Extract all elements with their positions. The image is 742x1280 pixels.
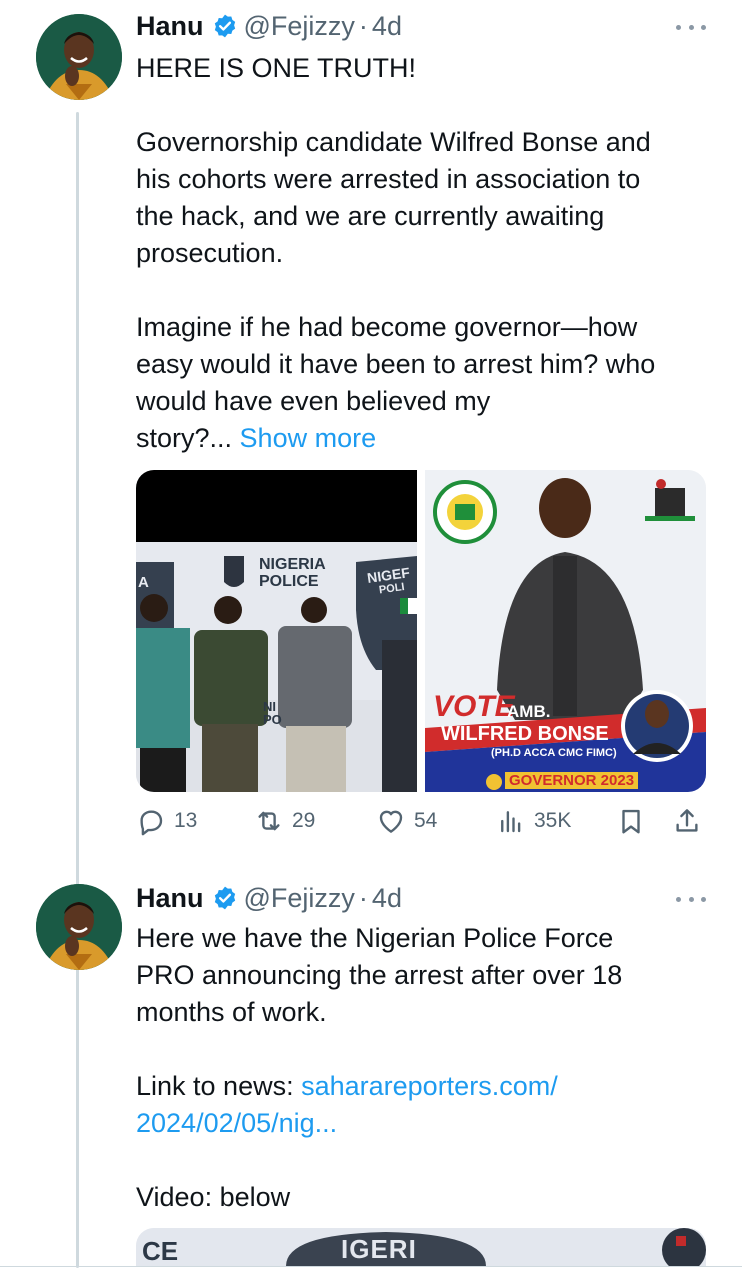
text-line: Governorship candidate Wilfred Bonse and [136, 127, 651, 157]
text-line: Imagine if he had become governor—how [136, 312, 638, 342]
separator-dot: · [358, 11, 368, 41]
tweet-header: Hanu @Fejizzy · 4d [136, 10, 402, 42]
sign-line: POLICE [259, 573, 319, 590]
link-line: Link to news: saharareporters.com/ [136, 1068, 706, 1105]
thread-connector [76, 112, 79, 1268]
text-line: PRO announcing the arrest after over 18 [136, 960, 623, 990]
video-preview[interactable]: CE IGERI [136, 1228, 706, 1266]
separator-dot: · [358, 883, 368, 913]
vote-text: VOTE [433, 690, 515, 723]
tweet-media[interactable]: NIGERIA POLICE NIGEF POLI A NI PO VOTE A… [136, 470, 706, 792]
verified-badge-icon [214, 886, 235, 910]
text-line: HERE IS ONE TRUTH! [136, 53, 417, 83]
text-line [136, 1142, 706, 1179]
view-count: 35K [534, 809, 572, 832]
tweet-header: Hanu @Fejizzy · 4d [136, 882, 402, 914]
reply-icon [140, 810, 163, 836]
views-button[interactable]: 35K [496, 806, 571, 836]
text-line: his cohorts were arrested in association… [136, 164, 641, 194]
candidate-name: WILFRED BONSE [441, 723, 609, 745]
link-line: 2024/02/05/nig... [136, 1105, 706, 1142]
retweet-button[interactable]: 29 [254, 806, 315, 836]
tweet-text: Here we have the Nigerian Police Force P… [136, 920, 706, 1216]
avatar[interactable] [36, 884, 122, 970]
tweet-timestamp[interactable]: 4d [372, 882, 402, 914]
text-line: easy would it have been to arrest him? w… [136, 349, 656, 379]
lower-sign: NI PO [263, 700, 282, 726]
views-chart-icon [501, 811, 521, 833]
credentials-text: (PH.D ACCA CMC FIMC) [491, 747, 617, 759]
tweet-timestamp[interactable]: 4d [372, 10, 402, 42]
text-line: Here we have the Nigerian Police Force [136, 923, 614, 953]
verified-badge-icon [214, 14, 235, 38]
side-sign: NIGEF POLI [366, 564, 412, 599]
like-button[interactable]: 54 [376, 806, 437, 836]
text-line [136, 87, 706, 124]
retweet-count: 29 [292, 809, 316, 832]
video-thumbnail [136, 1228, 706, 1266]
amb-text: AMB. [507, 702, 551, 721]
text-truncated: story?... [136, 423, 233, 453]
news-link[interactable]: saharareporters.com/ [301, 1071, 558, 1101]
reply-button[interactable]: 13 [136, 806, 197, 836]
tweet-text: HERE IS ONE TRUTH! Governorship candidat… [136, 50, 706, 457]
tweet-actions: 13 29 54 35K [136, 806, 706, 842]
retweet-icon [258, 811, 280, 831]
sign-line: NIGERIA [259, 556, 326, 573]
news-link-cont[interactable]: 2024/02/05/nig... [136, 1108, 337, 1138]
text-line: months of work. [136, 997, 327, 1027]
office-text: GOVERNOR 2023 [505, 772, 639, 789]
author-name[interactable]: Hanu [136, 882, 204, 914]
text-line-last: story?... Show more [136, 420, 706, 457]
bottom-divider [0, 1266, 742, 1267]
text-line [136, 1031, 706, 1068]
more-options-icon[interactable] [676, 22, 706, 32]
text-line: prosecution. [136, 238, 284, 268]
left-edge-sign: A [138, 574, 149, 591]
text-line: the hack, and we are currently awaiting [136, 201, 605, 231]
share-icon [676, 809, 698, 832]
bookmark-icon [622, 809, 640, 834]
show-more-link[interactable]: Show more [240, 423, 377, 453]
author-handle[interactable]: @Fejizzy [244, 10, 355, 42]
police-sign: NIGERIA POLICE [259, 556, 326, 590]
media-photo-campaign[interactable]: VOTE AMB. WILFRED BONSE (PH.D ACCA CMC F… [425, 470, 706, 792]
avatar-image [36, 884, 122, 970]
author-handle[interactable]: @Fejizzy [244, 882, 355, 914]
sign-line: PO [263, 712, 282, 727]
video-left-text: CE [142, 1236, 179, 1266]
heart-icon [379, 810, 403, 833]
text-line: would have even believed my [136, 386, 491, 416]
bookmark-button[interactable] [616, 806, 646, 836]
link-label: Link to news: [136, 1071, 302, 1101]
more-options-icon[interactable] [676, 894, 706, 904]
like-count: 54 [414, 809, 438, 832]
avatar[interactable] [36, 14, 122, 100]
text-line [136, 272, 706, 309]
video-label: Video: below [136, 1182, 291, 1212]
arrest-photo [136, 470, 417, 792]
reply-count: 13 [174, 809, 198, 832]
author-name[interactable]: Hanu [136, 10, 204, 42]
share-button[interactable] [672, 806, 702, 836]
video-center-text: IGERI [341, 1234, 417, 1264]
avatar-image [36, 14, 122, 100]
media-photo-arrest[interactable]: NIGERIA POLICE NIGEF POLI A NI PO [136, 470, 417, 792]
